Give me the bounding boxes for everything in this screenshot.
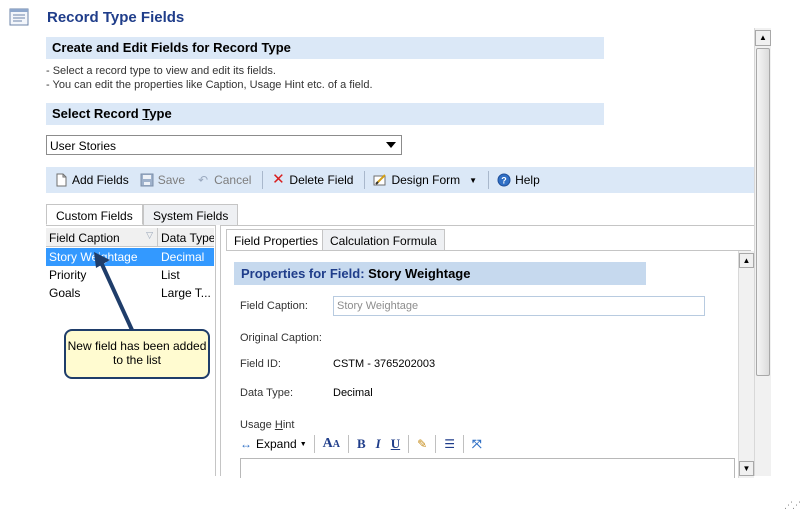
add-fields-button[interactable]: Add Fields xyxy=(54,173,129,187)
expand-arrows-icon: ↔ xyxy=(240,437,252,451)
tab-field-properties[interactable]: Field Properties xyxy=(226,229,327,251)
fields-table-header: Field Caption ▽ Data Type xyxy=(46,228,214,247)
page-title: Record Type Fields xyxy=(47,9,185,26)
toolbar-separator xyxy=(462,435,464,453)
delete-x-icon: ✕ xyxy=(272,171,285,188)
properties-scrollbar[interactable]: ▲ ▼ xyxy=(738,251,754,478)
bold-icon[interactable]: B xyxy=(352,436,371,452)
column-header-field-caption[interactable]: Field Caption ▽ xyxy=(46,228,158,246)
field-details-panel: Field Properties Calculation Formula Pro… xyxy=(220,225,754,478)
tab-calculation-formula[interactable]: Calculation Formula xyxy=(322,229,445,250)
field-id-value: CSTM - 3765202003 xyxy=(333,358,436,370)
row-data-type: List xyxy=(161,268,180,282)
toolbar-separator xyxy=(435,435,437,453)
properties-header-field-name: Story Weightage xyxy=(368,266,471,281)
toolbar-separator xyxy=(313,435,315,453)
fields-toolbar: Add Fields Save ↶ Cancel ✕ Delete Field … xyxy=(46,167,754,193)
toolbar-separator xyxy=(262,171,264,189)
save-button[interactable]: Save xyxy=(140,173,185,187)
section-create-edit-title: Create and Edit Fields for Record Type xyxy=(46,37,604,59)
row-data-type: Decimal xyxy=(161,250,205,264)
instruction-line-2: - You can edit the properties like Capti… xyxy=(46,79,373,91)
bullet-list-icon[interactable]: ☰ xyxy=(439,437,460,451)
usage-hint-accesskey: H xyxy=(274,419,283,431)
select-title-prefix: Select Record xyxy=(52,106,143,121)
design-form-dropdown-icon[interactable]: ▼ xyxy=(469,176,477,185)
field-caption-label: Field Caption: xyxy=(240,300,308,312)
tab-calculation-formula-label: Calculation Formula xyxy=(330,234,437,248)
record-type-fields-icon xyxy=(9,8,29,26)
field-properties-content: Properties for Field: Story Weightage Fi… xyxy=(226,250,754,478)
italic-icon[interactable]: I xyxy=(371,436,386,452)
column-header-data-type[interactable]: Data Type xyxy=(158,228,214,246)
field-caption-input[interactable]: Story Weightage xyxy=(333,296,705,316)
scroll-down-arrow-icon[interactable]: ▼ xyxy=(739,461,754,476)
callout-note: New field has been added to the list xyxy=(64,329,210,379)
tab-custom-fields[interactable]: Custom Fields xyxy=(46,204,143,225)
design-form-button[interactable]: Design Form ▼ xyxy=(373,173,477,187)
properties-header-label: Properties for Field: xyxy=(241,266,369,281)
callout-arrow-icon xyxy=(94,252,134,331)
usage-hint-label-suffix: int xyxy=(282,419,295,431)
help-icon: ? xyxy=(497,173,511,187)
usage-hint-label-prefix: Usage xyxy=(240,419,275,431)
original-caption-label: Original Caption: xyxy=(240,332,322,344)
toolbar-separator xyxy=(364,171,366,189)
column-header-field-caption-label: Field Caption xyxy=(49,231,120,245)
scroll-up-arrow-icon[interactable]: ▲ xyxy=(755,30,771,46)
usage-hint-label: Usage Hint xyxy=(240,419,294,431)
section-select-record-type: Select Record Type xyxy=(46,103,604,125)
svg-text:?: ? xyxy=(501,176,507,186)
expand-button[interactable]: ↔ Expand ▼ xyxy=(240,437,311,451)
scrollbar-thumb[interactable] xyxy=(756,48,770,376)
row-data-type: Large T... xyxy=(161,286,211,300)
scroll-up-arrow-icon[interactable]: ▲ xyxy=(739,253,754,268)
font-style-icon[interactable]: AA xyxy=(318,436,345,452)
help-button[interactable]: ? Help xyxy=(497,173,540,187)
format-brush-icon[interactable]: ✎ xyxy=(412,437,432,451)
toolbar-separator xyxy=(488,171,490,189)
design-form-icon xyxy=(373,174,387,186)
expand-dropdown-icon: ▼ xyxy=(299,440,307,448)
delete-field-button[interactable]: ✕ Delete Field xyxy=(271,171,354,188)
properties-header-bar: Properties for Field: Story Weightage xyxy=(234,262,646,285)
resize-grip-icon[interactable]: ⋰⋰ xyxy=(784,500,800,511)
tab-custom-fields-label: Custom Fields xyxy=(56,209,133,223)
usage-hint-editor[interactable] xyxy=(240,458,735,478)
record-type-select-value: User Stories xyxy=(50,139,117,153)
undo-arrow-icon: ↶ xyxy=(198,173,209,187)
data-type-value: Decimal xyxy=(333,387,373,399)
data-type-label: Data Type: xyxy=(240,387,293,399)
floppy-disk-icon xyxy=(140,173,154,187)
add-fields-label: Add Fields xyxy=(72,173,129,187)
toolbar-separator xyxy=(348,435,349,453)
cancel-button[interactable]: ↶ Cancel xyxy=(196,173,251,187)
record-type-select[interactable]: User Stories xyxy=(46,135,402,155)
rich-text-toolbar: ↔ Expand ▼ AA B I U ✎ ☰ ⤧ xyxy=(240,433,735,455)
design-form-label: Design Form xyxy=(391,173,461,187)
sort-triangle-icon: ▽ xyxy=(146,230,153,240)
new-document-icon xyxy=(56,173,67,187)
select-title-suffix: ype xyxy=(149,106,172,121)
expand-label: Expand xyxy=(256,437,297,451)
dropdown-arrow-icon[interactable] xyxy=(386,142,396,148)
tab-system-fields-label: System Fields xyxy=(153,209,229,223)
fullscreen-icon[interactable]: ⤧ xyxy=(467,437,487,452)
save-label: Save xyxy=(157,173,186,187)
toolbar-separator xyxy=(408,435,410,453)
tab-system-fields[interactable]: System Fields xyxy=(143,204,239,225)
help-label: Help xyxy=(515,173,540,187)
instruction-line-1: - Select a record type to view and edit … xyxy=(46,65,276,77)
tab-field-properties-label: Field Properties xyxy=(234,234,319,248)
page-scrollbar[interactable]: ▲ xyxy=(754,28,771,476)
delete-field-label: Delete Field xyxy=(289,173,354,187)
underline-icon[interactable]: U xyxy=(386,436,405,452)
field-id-label: Field ID: xyxy=(240,358,281,370)
cancel-label: Cancel xyxy=(214,173,252,187)
column-header-data-type-label: Data Type xyxy=(161,231,214,245)
